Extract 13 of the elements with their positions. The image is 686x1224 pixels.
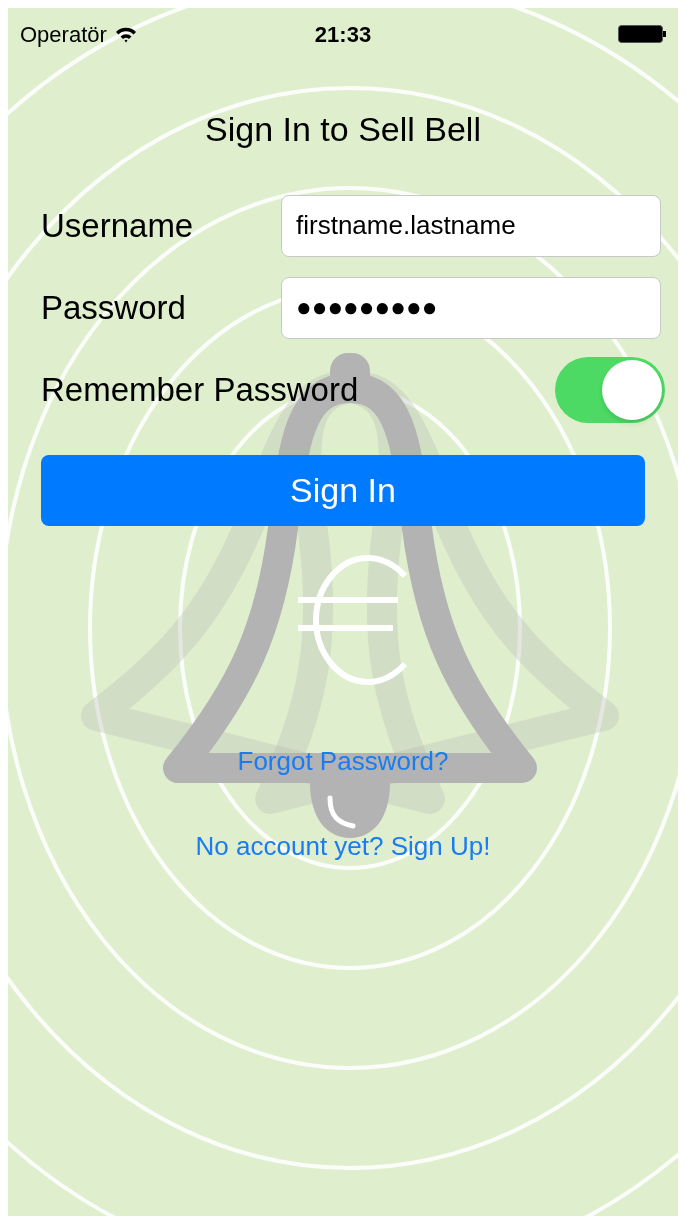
wifi-icon xyxy=(114,25,137,43)
remember-toggle[interactable] xyxy=(555,356,665,423)
field-label: Username xyxy=(41,205,195,246)
text-link[interactable]: No account yet? Sign Up! xyxy=(195,826,491,866)
status-time: 21:33 xyxy=(314,20,372,49)
remember-label: Remember Password xyxy=(41,369,359,410)
field-label: Password xyxy=(41,287,187,328)
sign-in-button[interactable]: Sign In xyxy=(41,454,645,526)
page-title: Sign In to Sell Bell xyxy=(205,109,481,150)
input-field[interactable]: ●●●●●●●●● xyxy=(281,276,661,339)
carrier-label: Operatör xyxy=(20,20,107,49)
battery-icon xyxy=(618,24,666,44)
input-field[interactable]: firstname.lastname xyxy=(281,194,661,257)
